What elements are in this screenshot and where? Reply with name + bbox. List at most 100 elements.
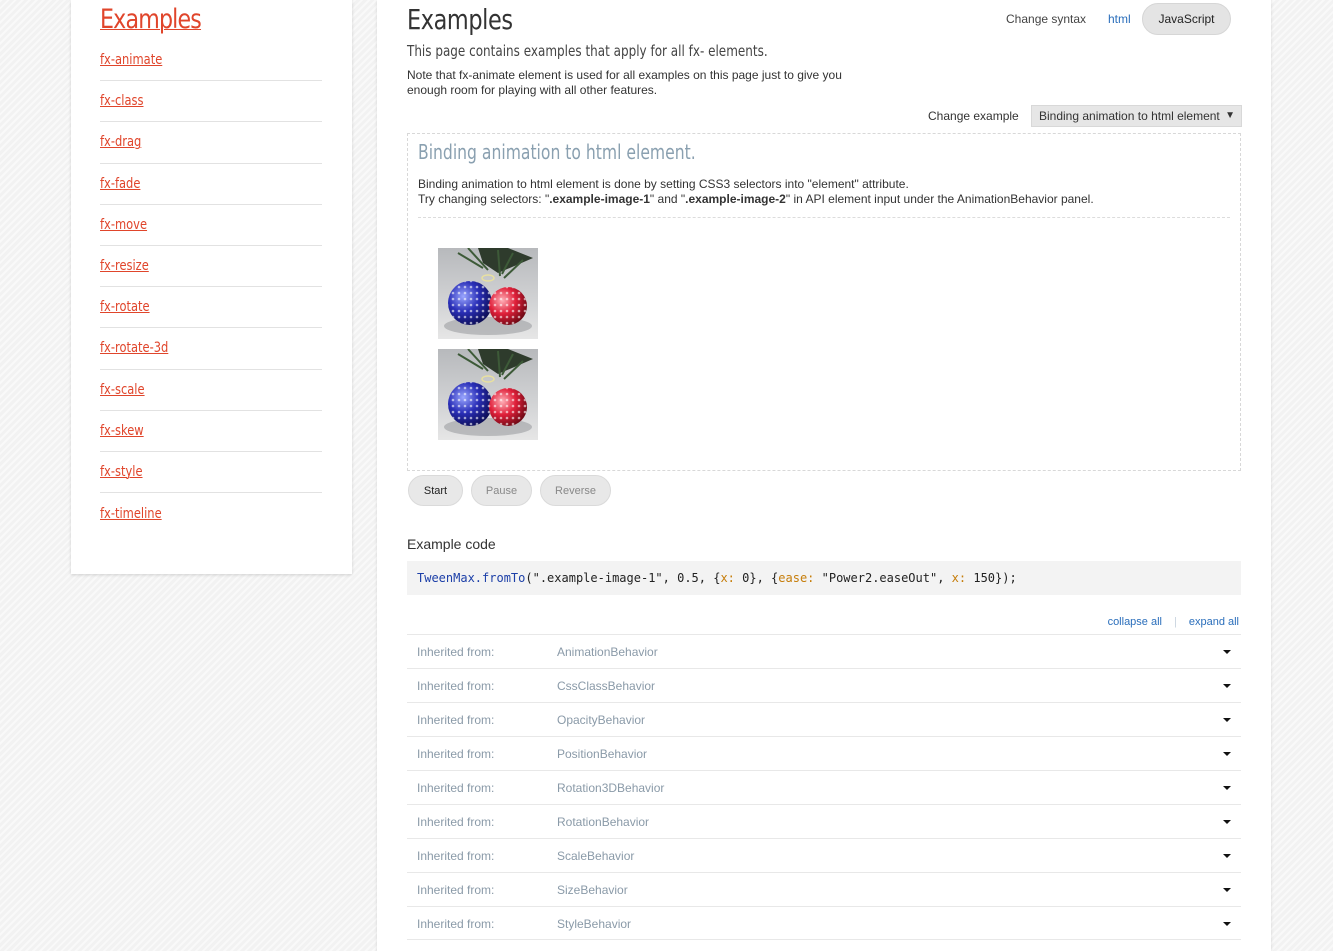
code-key: x: [720,571,735,585]
sidebar-link[interactable]: fx-style [100,464,143,480]
syntax-html-link[interactable]: html [1108,12,1131,26]
inherited-label: Inherited from: [417,781,495,795]
page-note: Note that fx-animate element is used for… [407,68,842,97]
playback-controls: Start Pause Reverse [408,475,611,506]
behavior-name: SizeBehavior [557,883,628,897]
ornaments-image [444,349,533,436]
inherited-row-opacity-behavior[interactable]: Inherited from: OpacityBehavior [407,702,1241,736]
caret-down-icon [1223,854,1231,858]
sidebar-item-fx-timeline: fx-timeline [100,493,322,534]
example-select-value: Binding animation to html element [1039,109,1220,123]
inherited-row-style-behavior[interactable]: Inherited from: StyleBehavior [407,906,1241,940]
sidebar-link[interactable]: fx-timeline [100,506,162,522]
caret-down-icon [1223,922,1231,926]
example-code-block: TweenMax.fromTo(".example-image-1", 0.5,… [407,561,1241,595]
inherited-label: Inherited from: [417,849,495,863]
sidebar-item-fx-fade: fx-fade [100,164,322,205]
behavior-name: OpacityBehavior [557,713,646,727]
sidebar-item-fx-skew: fx-skew [100,411,322,452]
demo-description: Binding animation to html element is don… [418,177,1233,207]
sidebar-item-fx-rotate: fx-rotate [100,287,322,329]
behavior-name: CssClassBehavior [557,679,656,693]
caret-down-icon [1223,718,1231,722]
demo-desc-line-2: Try changing selectors: ".example-image-… [418,192,1233,207]
start-button[interactable]: Start [408,475,463,506]
behavior-name: RotationBehavior [557,815,650,829]
sidebar-link[interactable]: fx-move [100,217,147,233]
sidebar-link[interactable]: fx-rotate-3d [100,340,168,356]
sidebar-link[interactable]: fx-skew [100,423,144,439]
desc-text: Try changing selectors: " [418,192,550,206]
inherited-row-scale-behavior[interactable]: Inherited from: ScaleBehavior [407,838,1241,872]
behavior-name: StyleBehavior [557,917,632,931]
sidebar-link[interactable]: fx-animate [100,52,162,68]
code-text: 150}); [966,571,1017,585]
code-text: (".example-image-1", 0.5, { [525,571,721,585]
example-image-2 [438,349,538,440]
sidebar: Examples fx-animate fx-class fx-drag fx-… [71,0,352,574]
sidebar-item-fx-animate: fx-animate [100,40,322,82]
inherited-label: Inherited from: [417,645,495,659]
sidebar-link[interactable]: fx-fade [100,176,140,192]
change-example-select[interactable]: Binding animation to html element ▼ [1031,105,1242,127]
link-separator: | [1173,616,1177,628]
page-title: Examples [407,3,513,36]
collapse-all-link[interactable]: collapse all [1108,616,1162,628]
code-text: "Power2.easeOut", [814,571,952,585]
change-syntax-label: Change syntax [1006,12,1087,26]
behavior-name: AnimationBehavior [557,645,658,659]
sidebar-link[interactable]: fx-resize [100,258,149,274]
sidebar-item-fx-rotate-3d: fx-rotate-3d [100,328,322,370]
demo-title: Binding animation to html element. [418,140,696,164]
selector-2-text: .example-image-2 [685,192,786,206]
selector-1-text: .example-image-1 [549,192,650,206]
inherited-row-animation-behavior[interactable]: Inherited from: AnimationBehavior [407,634,1241,668]
behavior-name: ScaleBehavior [557,849,635,863]
inherited-row-position-behavior[interactable]: Inherited from: PositionBehavior [407,736,1241,770]
sidebar-link[interactable]: fx-drag [100,134,141,150]
code-function: TweenMax.fromTo [417,571,526,585]
change-example-label: Change example [928,109,1019,123]
sidebar-link[interactable]: fx-class [100,93,143,109]
caret-down-icon [1223,888,1231,892]
desc-text: " and " [649,192,686,206]
sidebar-title-link[interactable]: Examples [100,4,202,35]
syntax-javascript-button[interactable]: JavaScript [1142,3,1231,35]
caret-down-icon [1223,650,1231,654]
inherited-row-size-behavior[interactable]: Inherited from: SizeBehavior [407,872,1241,906]
sidebar-item-fx-resize: fx-resize [100,246,322,288]
inherited-label: Inherited from: [417,917,495,931]
desc-text: " in API element input under the Animati… [785,192,1094,206]
inherited-behaviors-list: Inherited from: AnimationBehavior Inherit… [407,634,1241,940]
sidebar-link[interactable]: fx-scale [100,382,145,398]
pause-button[interactable]: Pause [471,475,532,506]
sidebar-item-fx-class: fx-class [100,81,322,123]
ornaments-image [444,248,533,335]
inherited-label: Inherited from: [417,883,495,897]
dropdown-arrow-icon: ▼ [1225,110,1235,121]
code-key: ease: [778,571,815,585]
sidebar-item-fx-style: fx-style [100,452,322,494]
inherited-row-rotation3d-behavior[interactable]: Inherited from: Rotation3DBehavior [407,770,1241,804]
sidebar-item-fx-move: fx-move [100,205,322,246]
inherited-row-cssclass-behavior[interactable]: Inherited from: CssClassBehavior [407,668,1241,702]
inherited-label: Inherited from: [417,713,495,727]
sidebar-link[interactable]: fx-rotate [100,299,150,315]
caret-down-icon [1223,820,1231,824]
code-text: 0}, { [734,571,779,585]
sidebar-nav: fx-animate fx-class fx-drag fx-fade fx-m… [100,40,322,534]
reverse-button[interactable]: Reverse [540,475,611,506]
inherited-label: Inherited from: [417,747,495,761]
example-image-1 [438,248,538,339]
sidebar-item-fx-drag: fx-drag [100,122,322,164]
behavior-name: PositionBehavior [557,747,648,761]
demo-divider [418,217,1230,218]
caret-down-icon [1223,752,1231,756]
main-panel: Examples This page contains examples tha… [377,0,1271,951]
collapse-expand-links: collapse all | expand all [1108,616,1239,628]
inherited-row-rotation-behavior[interactable]: Inherited from: RotationBehavior [407,804,1241,838]
expand-all-link[interactable]: expand all [1189,616,1239,628]
caret-down-icon [1223,786,1231,790]
demo-box: Binding animation to html element. Bindi… [407,133,1241,471]
page-subtitle: This page contains examples that apply f… [407,42,768,60]
